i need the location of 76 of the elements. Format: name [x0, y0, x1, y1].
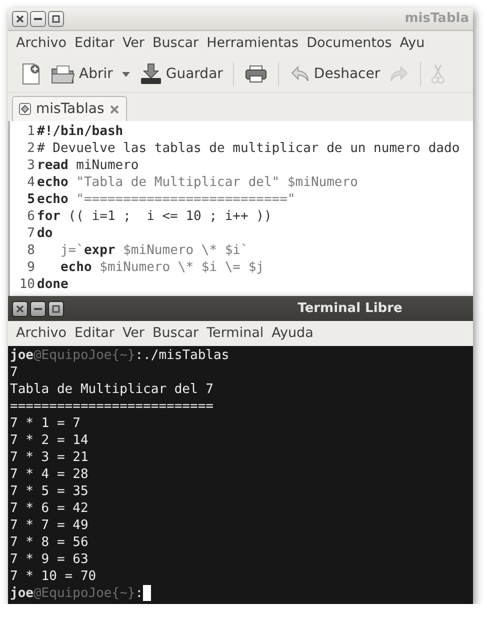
- menu-item[interactable]: Editar: [70, 320, 118, 347]
- open-button[interactable]: Abrir: [46, 61, 117, 87]
- download-drive-icon: [138, 62, 163, 86]
- terminal-line: 7 * 10 = 70: [10, 568, 96, 585]
- undo-arrow-icon: [288, 64, 311, 84]
- code-line: echo "==========================": [37, 191, 296, 208]
- document-tab[interactable]: misTablas: [12, 96, 128, 121]
- new-document-icon: [20, 62, 42, 86]
- menu-item[interactable]: Editar: [70, 30, 118, 57]
- code-line: done: [37, 276, 68, 293]
- terminal-line: joe@EquipoJoe{~}:: [10, 585, 144, 602]
- code-line: #!/bin/bash: [37, 123, 124, 140]
- menu-item[interactable]: Archivo: [12, 320, 70, 347]
- maximize-icon: [50, 302, 62, 314]
- close-button[interactable]: [12, 300, 28, 316]
- minimize-button[interactable]: [30, 11, 46, 27]
- line-number: 7: [26, 225, 36, 242]
- terminal-line: 7 * 8 = 56: [10, 534, 88, 551]
- terminal-line: Tabla de Multiplicar del 7: [10, 381, 214, 398]
- menu-item[interactable]: Herramientas: [202, 30, 303, 57]
- menu-item[interactable]: Buscar: [148, 320, 203, 347]
- close-button[interactable]: [12, 11, 28, 27]
- folder-icon: [50, 63, 76, 85]
- line-number: 6: [26, 208, 36, 225]
- line-number: 5: [26, 191, 36, 208]
- code-line: do: [37, 225, 53, 242]
- menu-item[interactable]: Ver: [118, 30, 148, 57]
- undo-button[interactable]: Deshacer: [284, 62, 384, 86]
- code-line: for (( i=1 ; i <= 10 ; i++ )): [37, 208, 272, 225]
- close-icon: [109, 104, 120, 114]
- save-button[interactable]: Guardar: [134, 60, 227, 88]
- redo-arrow-icon: [388, 64, 410, 84]
- terminal-line: 7 * 6 = 42: [10, 500, 88, 517]
- terminal-line: 7 * 1 = 7: [10, 415, 80, 432]
- terminal-line: 7 * 9 = 63: [10, 551, 88, 568]
- maximize-button[interactable]: [48, 11, 64, 27]
- window-title: Terminal Libre: [296, 300, 404, 318]
- code-line: # Devuelve las tablas de multiplicar de un numero dado: [37, 140, 460, 157]
- line-number: 3: [26, 157, 36, 174]
- scissors-icon: [431, 63, 446, 85]
- terminal-line: 7: [10, 364, 18, 381]
- code-line: read miNumero: [37, 157, 139, 174]
- line-number: 1: [26, 123, 36, 140]
- document-icon: [19, 103, 31, 115]
- code-line: j=`expr $miNumero \* $i`: [59, 242, 248, 259]
- minimize-icon: [34, 308, 42, 310]
- menu-item[interactable]: Terminal: [202, 320, 268, 347]
- terminal-line: 7 * 3 = 21: [10, 449, 88, 466]
- terminal-line: ==========================: [10, 398, 214, 415]
- terminal-line: 7 * 5 = 35: [10, 483, 88, 500]
- menu-item[interactable]: Ayuda: [268, 320, 318, 347]
- menu-item[interactable]: Ayu: [396, 30, 429, 57]
- close-icon: [14, 13, 26, 25]
- terminal-line: 7 * 7 = 49: [10, 517, 88, 534]
- menu-item[interactable]: Buscar: [148, 30, 203, 57]
- line-number: 2: [26, 140, 36, 157]
- line-number: 10: [18, 276, 36, 293]
- menu-item[interactable]: Documentos: [302, 30, 396, 57]
- terminal-line: joe@EquipoJoe{~}:./misTablas: [10, 347, 230, 364]
- terminal-line: 7 * 2 = 14: [10, 432, 88, 449]
- line-number: 9: [26, 259, 36, 276]
- menu-item[interactable]: Archivo: [12, 30, 70, 57]
- minimize-button[interactable]: [30, 300, 46, 316]
- printer-icon: [244, 64, 268, 84]
- line-number: 4: [26, 174, 36, 191]
- window-title: misTabla: [404, 10, 469, 28]
- code-line: echo $miNumero \* $i \= $j: [59, 259, 264, 276]
- terminal-line: 7 * 4 = 28: [10, 466, 88, 483]
- code-line: echo "Tabla de Multiplicar del" $miNumero: [37, 174, 358, 191]
- menu-item[interactable]: Ver: [118, 320, 148, 347]
- minimize-icon: [34, 18, 42, 20]
- maximize-button[interactable]: [48, 300, 64, 316]
- caret-icon: [120, 70, 131, 78]
- line-number: 8: [26, 242, 36, 259]
- maximize-icon: [50, 13, 62, 25]
- close-icon: [14, 302, 26, 314]
